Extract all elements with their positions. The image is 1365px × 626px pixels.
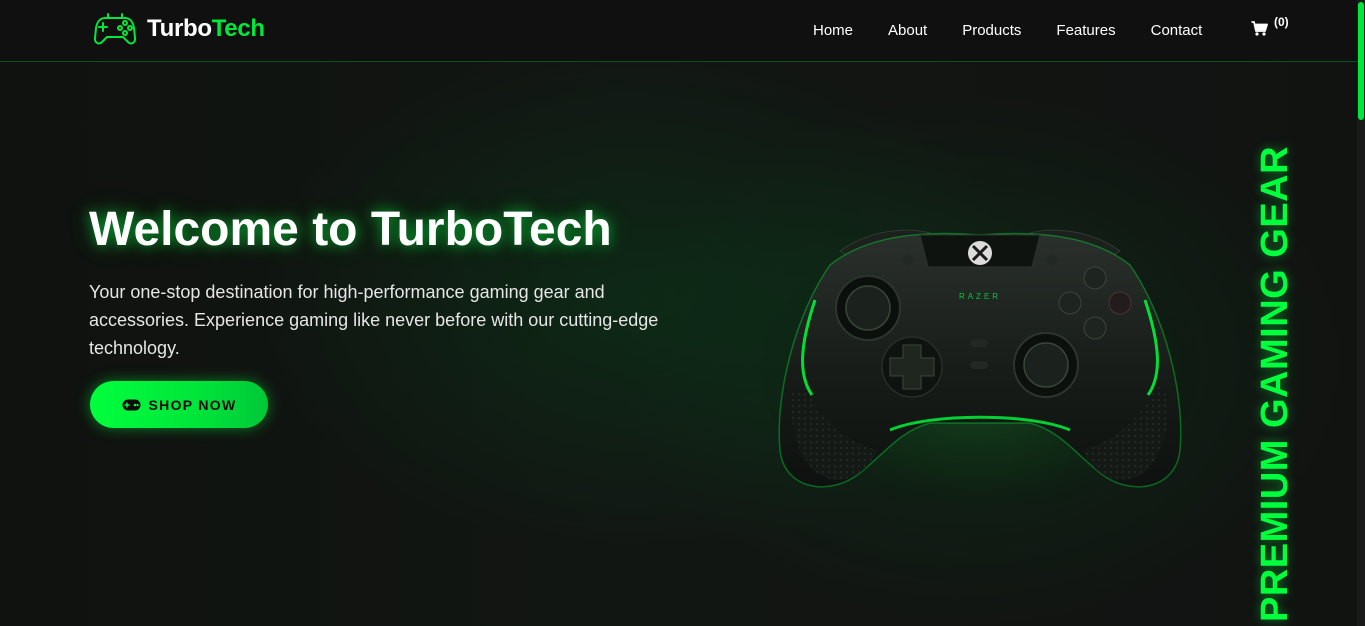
nav-link-home[interactable]: Home — [813, 22, 853, 40]
brand-logo-link[interactable]: TurboTech — [94, 11, 265, 47]
brand-name-part1: Turbo — [147, 15, 212, 42]
cart-icon — [1251, 21, 1268, 36]
premium-gaming-gear-tag: PREMIUM GAMING GEAR — [1254, 145, 1296, 622]
brand-name: TurboTech — [147, 17, 265, 41]
navbar: TurboTech Home About Products Features C… — [0, 0, 1357, 62]
cart-button[interactable]: (0) — [1251, 15, 1289, 36]
page: TurboTech Home About Products Features C… — [0, 0, 1365, 626]
hero-description: Your one-stop destination for high-perfo… — [89, 282, 659, 358]
gamepad-icon — [122, 399, 141, 410]
nav-link-about[interactable]: About — [888, 22, 927, 40]
nav-link-products[interactable]: Products — [962, 22, 1021, 40]
main-nav: Home About Products Features Contact — [813, 22, 1237, 40]
page-scrollbar[interactable] — [1357, 0, 1365, 626]
nav-link-contact[interactable]: Contact — [1151, 22, 1203, 40]
shop-now-label: SHOP NOW — [148, 396, 237, 413]
hero-title: Welcome to TurboTech — [89, 203, 612, 256]
svg-text:RAZER: RAZER — [959, 292, 1001, 301]
nav-link-features[interactable]: Features — [1056, 22, 1115, 40]
brand-name-part2: Tech — [211, 15, 265, 42]
gamepad-icon — [94, 13, 136, 45]
game-controller-image: RAZER — [760, 229, 1200, 505]
scrollbar-thumb[interactable] — [1358, 2, 1364, 120]
cart-count: (0) — [1274, 15, 1289, 29]
shop-now-button[interactable]: SHOP NOW — [90, 381, 268, 428]
